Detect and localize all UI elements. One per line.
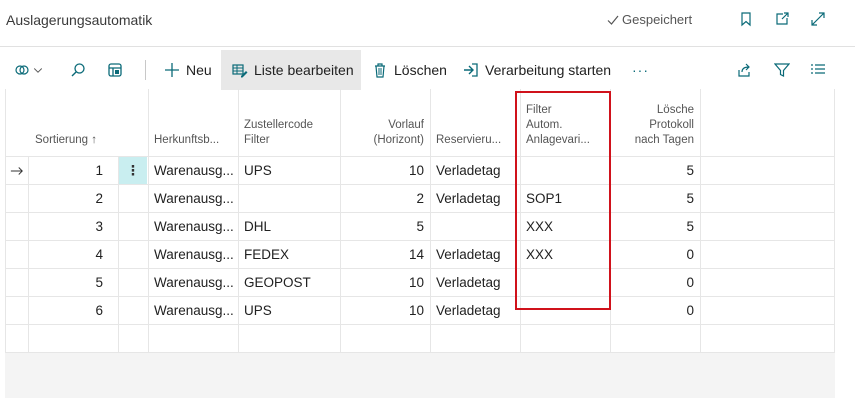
plus-icon — [165, 63, 179, 77]
header-divider — [0, 46, 855, 47]
analysis-icon — [108, 63, 122, 77]
search-button[interactable] — [70, 50, 90, 90]
cell-carrier-filter[interactable]: FEDEX — [244, 241, 338, 269]
cell-lead-time[interactable]: 2 — [346, 185, 424, 213]
page-title: Auslagerungsautomatik — [6, 12, 153, 28]
cell-delete-log-days[interactable]: 0 — [616, 269, 694, 297]
search-icon — [71, 63, 85, 77]
start-processing-button[interactable]: Verarbeitung starten — [463, 50, 611, 90]
analysis-mode-button[interactable] — [107, 50, 127, 90]
list-icon — [811, 64, 825, 74]
more-options-button[interactable]: ··· — [632, 50, 649, 90]
cell-lead-time[interactable]: 14 — [346, 241, 424, 269]
table-row[interactable]: 6 Warenausg... UPS 10 Verladetag 0 — [5, 297, 835, 325]
views-dropdown[interactable] — [14, 50, 50, 90]
chevron-down-icon — [33, 68, 43, 73]
column-header-sort[interactable]: Sortierung ↑ — [35, 89, 145, 156]
cell-reservation[interactable]: Verladetag — [436, 185, 520, 213]
action-bar: Neu Liste bearbeiten Löschen Verarbeitun… — [0, 50, 855, 90]
current-row-arrow-icon — [10, 157, 26, 185]
table-row[interactable]: 2 Warenausg... 2 Verladetag SOP1 5 — [5, 185, 835, 213]
expand-icon[interactable] — [810, 11, 826, 27]
cell-reservation[interactable]: Verladetag — [436, 269, 520, 297]
highlighted-column-box — [515, 91, 611, 310]
new-button[interactable]: Neu — [160, 50, 216, 90]
arrow-into-icon — [464, 63, 478, 77]
open-new-window-icon[interactable] — [774, 11, 790, 27]
column-header-lead-time[interactable]: Vorlauf (Horizont) — [346, 89, 424, 156]
toolbar-separator — [145, 60, 146, 80]
filter-button[interactable] — [774, 50, 790, 90]
page-header: Auslagerungsautomatik Gespeichert — [0, 0, 855, 42]
cell-delete-log-days[interactable]: 5 — [616, 185, 694, 213]
cell-lead-time[interactable]: 10 — [346, 297, 424, 325]
cell-sort[interactable]: 4 — [35, 241, 103, 269]
cell-lead-time[interactable]: 5 — [346, 213, 424, 241]
column-header-carrier-filter[interactable]: Zustellercode Filter — [244, 89, 338, 156]
cell-reservation[interactable]: Verladetag — [436, 241, 520, 269]
cell-carrier-filter[interactable] — [244, 185, 338, 213]
cell-reservation[interactable]: Verladetag — [436, 157, 520, 185]
table-row[interactable]: 5 Warenausg... GEOPOST 10 Verladetag 0 — [5, 269, 835, 297]
cell-delete-log-days[interactable]: 5 — [616, 157, 694, 185]
delete-button[interactable]: Löschen — [372, 50, 447, 90]
cell-carrier-filter[interactable]: UPS — [244, 157, 338, 185]
cell-delete-log-days[interactable]: 0 — [616, 297, 694, 325]
cell-origin[interactable]: Warenausg... — [154, 297, 238, 325]
edit-list-icon — [232, 64, 248, 78]
bookmark-icon[interactable] — [738, 11, 754, 27]
cell-sort[interactable]: 6 — [35, 297, 103, 325]
cell-sort[interactable]: 2 — [35, 185, 103, 213]
edit-list-button[interactable]: Liste bearbeiten — [221, 50, 361, 90]
saved-status: Gespeichert — [607, 12, 692, 27]
grid-footer-area — [5, 353, 835, 398]
table-row[interactable]: ⋮ 1 Warenausg... UPS 10 Verladetag 5 — [5, 157, 835, 185]
cell-delete-log-days[interactable]: 0 — [616, 241, 694, 269]
cell-sort[interactable]: 5 — [35, 269, 103, 297]
checkmark-icon — [607, 15, 619, 25]
cell-carrier-filter[interactable]: UPS — [244, 297, 338, 325]
cell-sort[interactable]: 3 — [35, 213, 103, 241]
filter-pane-icon — [15, 65, 29, 75]
cell-delete-log-days[interactable]: 5 — [616, 213, 694, 241]
cell-reservation[interactable]: Verladetag — [436, 297, 520, 325]
table-row[interactable]: 4 Warenausg... FEDEX 14 Verladetag XXX 0 — [5, 241, 835, 269]
trash-icon — [375, 63, 385, 78]
funnel-icon — [774, 63, 790, 77]
cell-carrier-filter[interactable]: DHL — [244, 213, 338, 241]
cell-origin[interactable]: Warenausg... — [154, 269, 238, 297]
cell-origin[interactable]: Warenausg... — [154, 213, 238, 241]
cell-origin[interactable]: Warenausg... — [154, 157, 238, 185]
data-grid: Sortierung ↑ Herkunftsb... Zustellercode… — [5, 89, 835, 353]
empty-new-row[interactable] — [5, 325, 835, 353]
column-header-delete-log-days[interactable]: Lösche Protokoll nach Tagen — [616, 89, 694, 156]
cell-lead-time[interactable]: 10 — [346, 157, 424, 185]
cell-carrier-filter[interactable]: GEOPOST — [244, 269, 338, 297]
column-header-reservation[interactable]: Reservieru... — [436, 89, 520, 156]
list-view-button[interactable] — [810, 50, 826, 90]
column-header-origin[interactable]: Herkunftsb... — [154, 89, 238, 156]
table-row[interactable]: 3 Warenausg... DHL 5 XXX 5 — [5, 213, 835, 241]
cell-sort[interactable]: 1 — [35, 157, 103, 185]
row-actions-icon[interactable]: ⋮ — [119, 157, 147, 184]
cell-origin[interactable]: Warenausg... — [154, 241, 238, 269]
cell-lead-time[interactable]: 10 — [346, 269, 424, 297]
saved-label: Gespeichert — [622, 12, 693, 27]
cell-reservation[interactable] — [436, 213, 520, 241]
share-icon — [738, 63, 750, 77]
cell-origin[interactable]: Warenausg... — [154, 185, 238, 213]
share-button[interactable] — [736, 50, 752, 90]
